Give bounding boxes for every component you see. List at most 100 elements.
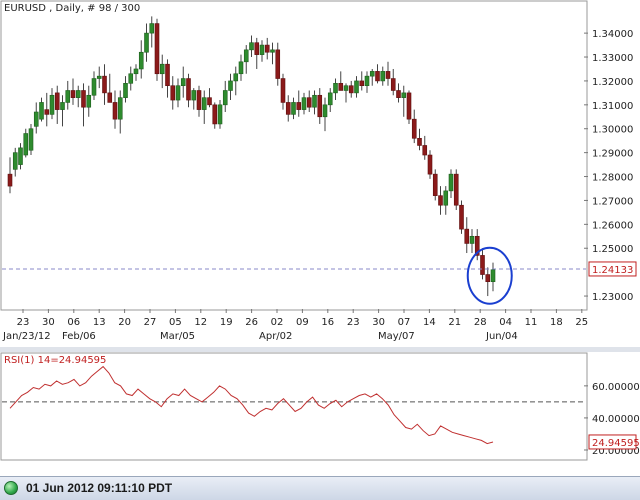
price-x-tick-label: 04: [499, 317, 512, 328]
candle-up: [343, 85, 349, 91]
candle-down: [112, 102, 118, 120]
candle-up: [327, 92, 333, 106]
price-x-axis: 23 30 06 13 20 27 05 12 19 26 02 09 16 23 30 07 14 21 28 04…: [2, 309, 588, 342]
candle-up: [448, 173, 454, 192]
candle-up: [191, 90, 197, 101]
candle-up: [369, 71, 375, 77]
price-x-tick-label: 18: [550, 317, 563, 328]
rsi-panel[interactable]: [0, 352, 588, 461]
price-y-tick-label: 1.29000: [592, 149, 633, 160]
candle-down: [348, 85, 354, 94]
rsi-current-label: 24.94595: [592, 438, 640, 449]
price-x-tick-label: 26: [245, 317, 258, 328]
candle-up: [75, 90, 81, 98]
candle-up: [233, 73, 239, 82]
candle-down: [254, 42, 260, 55]
candle-down: [285, 102, 291, 115]
candle-up: [18, 147, 23, 165]
price-x-tick-label: 28: [474, 317, 487, 328]
candle-up: [91, 78, 97, 96]
candle-up: [222, 90, 228, 106]
candle-up: [39, 102, 44, 120]
candle-down: [464, 228, 470, 244]
candle-up: [180, 78, 186, 87]
candle-up: [270, 49, 275, 53]
price-y-tick-label: 1.28000: [592, 173, 633, 184]
price-y-tick-label: 1.34000: [592, 29, 633, 40]
candle-up: [201, 97, 207, 110]
price-y-tick-label: 1.23000: [592, 292, 633, 303]
candle-up: [49, 94, 55, 115]
price-x-tick-label: 07: [398, 317, 411, 328]
rsi-y-tick-label: 60.00000: [592, 382, 640, 393]
candle-up: [96, 75, 102, 79]
candle-up: [133, 68, 139, 75]
candle-up: [228, 80, 233, 91]
price-y-tick-label: 1.32000: [592, 77, 633, 88]
rsi-label: RSI(1) 14=24.94595: [4, 355, 106, 366]
price-x-month-label: Jun/04: [485, 331, 518, 342]
candle-up: [149, 23, 155, 34]
candle-up: [12, 152, 18, 170]
candle-up: [238, 61, 244, 75]
price-x-tick-label: 27: [144, 317, 157, 328]
price-x-tick-label: 12: [194, 317, 207, 328]
price-x-tick-label: 23: [347, 317, 360, 328]
candle-up: [86, 94, 92, 108]
candle-down: [207, 97, 212, 106]
candle-down: [453, 173, 459, 206]
candle-down: [438, 195, 443, 206]
candle-up: [217, 104, 223, 125]
candle-down: [44, 109, 50, 115]
price-x-month-label: May/07: [378, 331, 415, 342]
candle-down: [170, 85, 176, 101]
price-x-month-label: Feb/06: [62, 331, 96, 342]
candle-up: [322, 104, 328, 118]
candle-down: [427, 154, 433, 175]
candle-down: [375, 71, 380, 82]
price-x-tick-label: 11: [525, 317, 538, 328]
candle-down: [196, 90, 202, 110]
price-x-tick-label: 02: [271, 317, 284, 328]
price-x-tick-label: 25: [575, 317, 588, 328]
connection-status-icon: [4, 481, 18, 495]
price-panel[interactable]: [0, 0, 588, 311]
panel-separator[interactable]: [0, 347, 640, 352]
chart-canvas[interactable]: EURUSD , Daily, # 98 / 300 1.34000 1.3300…: [0, 0, 640, 476]
candle-down: [107, 92, 113, 103]
candle-down: [359, 80, 365, 87]
price-x-tick-label: 14: [423, 317, 436, 328]
price-y-tick-label: 1.33000: [592, 53, 633, 64]
price-y-tick-label: 1.31000: [592, 101, 633, 112]
candle-up: [249, 42, 254, 51]
candle-down: [338, 83, 344, 91]
candle-down: [280, 78, 286, 103]
rsi-y-tick-label: 40.00000: [592, 414, 640, 425]
candle-up: [144, 32, 149, 53]
candle-down: [165, 63, 170, 87]
candle-down: [81, 90, 86, 108]
price-y-tick-label: 1.27000: [592, 196, 633, 207]
candle-up: [243, 49, 249, 63]
candle-down: [480, 255, 485, 275]
candle-up: [490, 269, 496, 283]
candle-down: [417, 137, 422, 146]
candle-up: [380, 71, 386, 82]
candle-down: [186, 78, 191, 101]
status-bar: 01 Jun 2012 09:11:10 PDT: [0, 476, 640, 500]
candle-down: [154, 23, 160, 75]
candle-up: [354, 80, 359, 94]
candle-down: [406, 92, 412, 120]
candle-up: [123, 83, 128, 98]
candle-up: [401, 92, 407, 98]
chart-title: EURUSD , Daily, # 98 / 300: [4, 3, 140, 14]
candle-up: [128, 73, 134, 84]
candle-up: [259, 44, 265, 55]
candle-up: [159, 63, 165, 75]
candle-up: [138, 51, 144, 70]
price-x-tick-label: 30: [372, 317, 385, 328]
price-x-tick-label: 20: [118, 317, 131, 328]
price-y-tick-label: 1.26000: [592, 220, 633, 231]
price-x-tick-label: 30: [42, 317, 55, 328]
price-x-tick-label: 19: [220, 317, 233, 328]
